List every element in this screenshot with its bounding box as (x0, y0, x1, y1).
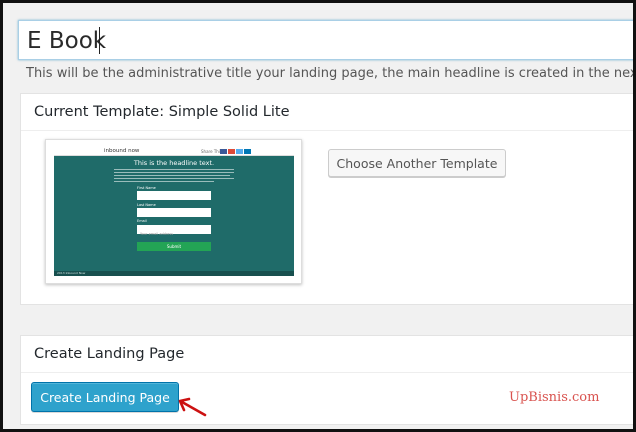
preview-first-name-field (137, 191, 211, 200)
choose-another-template-button[interactable]: Choose Another Template (328, 149, 506, 177)
create-landing-page-button[interactable]: Create Landing Page (31, 382, 179, 412)
preview-share-label: Share This (201, 149, 222, 154)
preview-email-placeholder: Your email address (140, 232, 174, 236)
preview-text-line (114, 181, 214, 182)
preview-share-google-icon (228, 149, 235, 154)
preview-text-line (114, 169, 234, 170)
preview-field-label: Email (137, 219, 147, 223)
preview-text-line (114, 178, 234, 179)
preview-submit-button: Submit (137, 242, 211, 251)
preview-footer (54, 271, 294, 276)
watermark-text: UpBisnis.com (509, 390, 600, 405)
preview-share-linkedin-icon (244, 149, 251, 154)
text-caret (99, 27, 100, 54)
preview-share-twitter-icon (236, 149, 243, 154)
current-template-title: Current Template: Simple Solid Lite (34, 104, 290, 120)
current-template-header: Current Template: Simple Solid Lite (21, 94, 633, 131)
preview-field-label: First Name (137, 186, 156, 190)
preview-top-bar (54, 148, 294, 156)
preview-headline: This is the headline text. (133, 159, 215, 167)
preview-share-facebook-icon (220, 149, 227, 154)
template-preview-thumbnail[interactable]: inbound now Share This This is the headl… (45, 139, 302, 284)
preview-footer-text: 2013 Inbound Now (57, 271, 86, 275)
screenshot-frame: This will be the administrative title yo… (0, 0, 636, 432)
preview-logo: inbound now (104, 148, 140, 154)
preview-text-line (114, 172, 234, 173)
preview-field-label: Last Name (137, 203, 156, 207)
preview-text-line (114, 175, 230, 176)
landing-page-title-input[interactable] (18, 20, 633, 60)
create-landing-page-header: Create Landing Page (21, 336, 633, 373)
create-landing-page-title: Create Landing Page (34, 346, 185, 362)
preview-body: This is the headline text. First Name La… (54, 156, 294, 276)
preview-last-name-field (137, 208, 211, 217)
red-arrow-icon (178, 397, 207, 417)
title-help-text: This will be the administrative title yo… (26, 66, 636, 81)
